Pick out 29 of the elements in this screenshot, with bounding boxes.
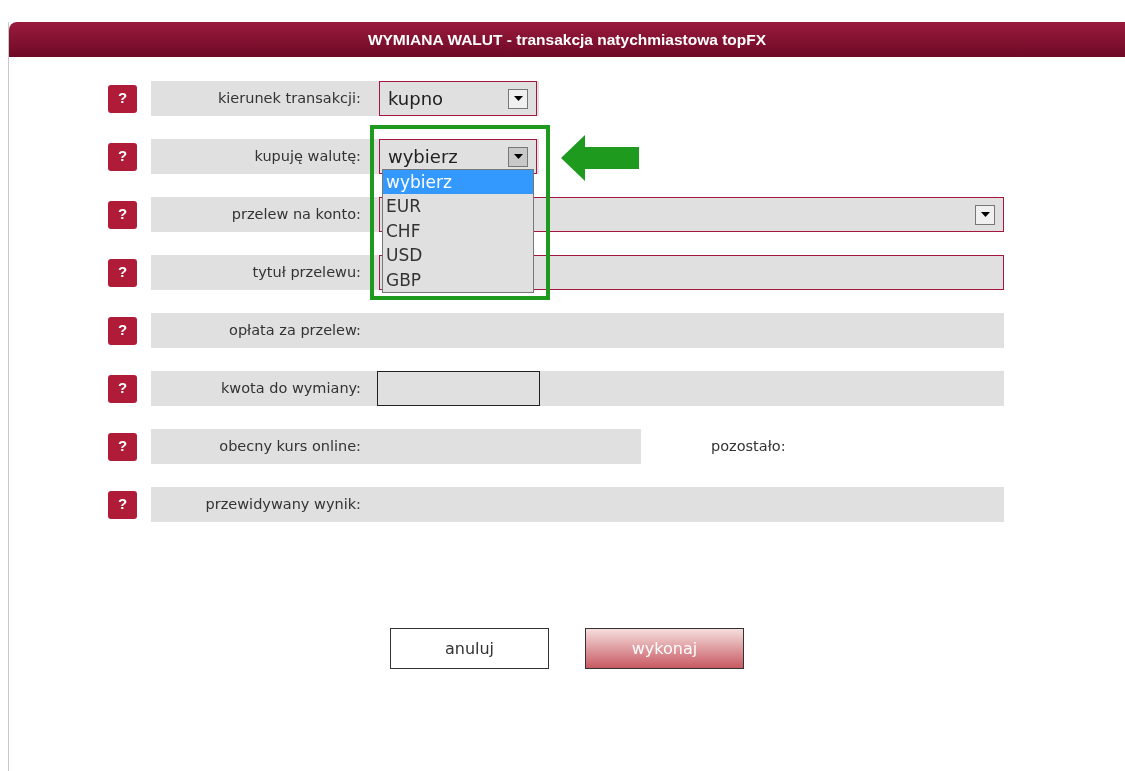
- field-label: kupuję walutę:: [253, 146, 362, 166]
- dropdown-caret-icon[interactable]: [508, 88, 528, 109]
- help-button[interactable]: ?: [108, 374, 137, 403]
- input-field[interactable]: [377, 371, 540, 406]
- window-title: WYMIANA WALUT - transakcja natychmiastowa topFX: [9, 22, 1125, 57]
- dropdown-option[interactable]: USD: [383, 243, 533, 268]
- field-label: pozostało:: [711, 436, 786, 456]
- dropdown-option[interactable]: GBP: [383, 267, 533, 292]
- field-label: kwota do wymiany:: [219, 378, 362, 398]
- dropdown-caret-icon[interactable]: [508, 146, 528, 167]
- help-button[interactable]: ?: [108, 84, 137, 113]
- field-label: kierunek transakcji:: [216, 88, 362, 108]
- select-field[interactable]: kupno: [379, 81, 537, 116]
- field-label: obecny kurs online:: [218, 436, 362, 456]
- help-button[interactable]: ?: [108, 142, 137, 171]
- field-label: tytuł przelewu:: [251, 262, 362, 282]
- arrow-icon: [561, 135, 639, 181]
- field-label: przelew na konto:: [230, 204, 362, 224]
- help-button[interactable]: ?: [108, 200, 137, 229]
- dropdown-option[interactable]: EUR: [383, 194, 533, 219]
- field-label: opłata za przelew:: [228, 320, 362, 340]
- cancel-button[interactable]: anuluj: [390, 628, 549, 669]
- help-button[interactable]: ?: [108, 258, 137, 287]
- help-button[interactable]: ?: [108, 316, 137, 345]
- field-label: przewidywany wynik:: [204, 494, 362, 514]
- dropdown-caret-icon[interactable]: [975, 204, 995, 225]
- help-button[interactable]: ?: [108, 432, 137, 461]
- help-button[interactable]: ?: [108, 490, 137, 519]
- dropdown-option[interactable]: CHF: [383, 218, 533, 244]
